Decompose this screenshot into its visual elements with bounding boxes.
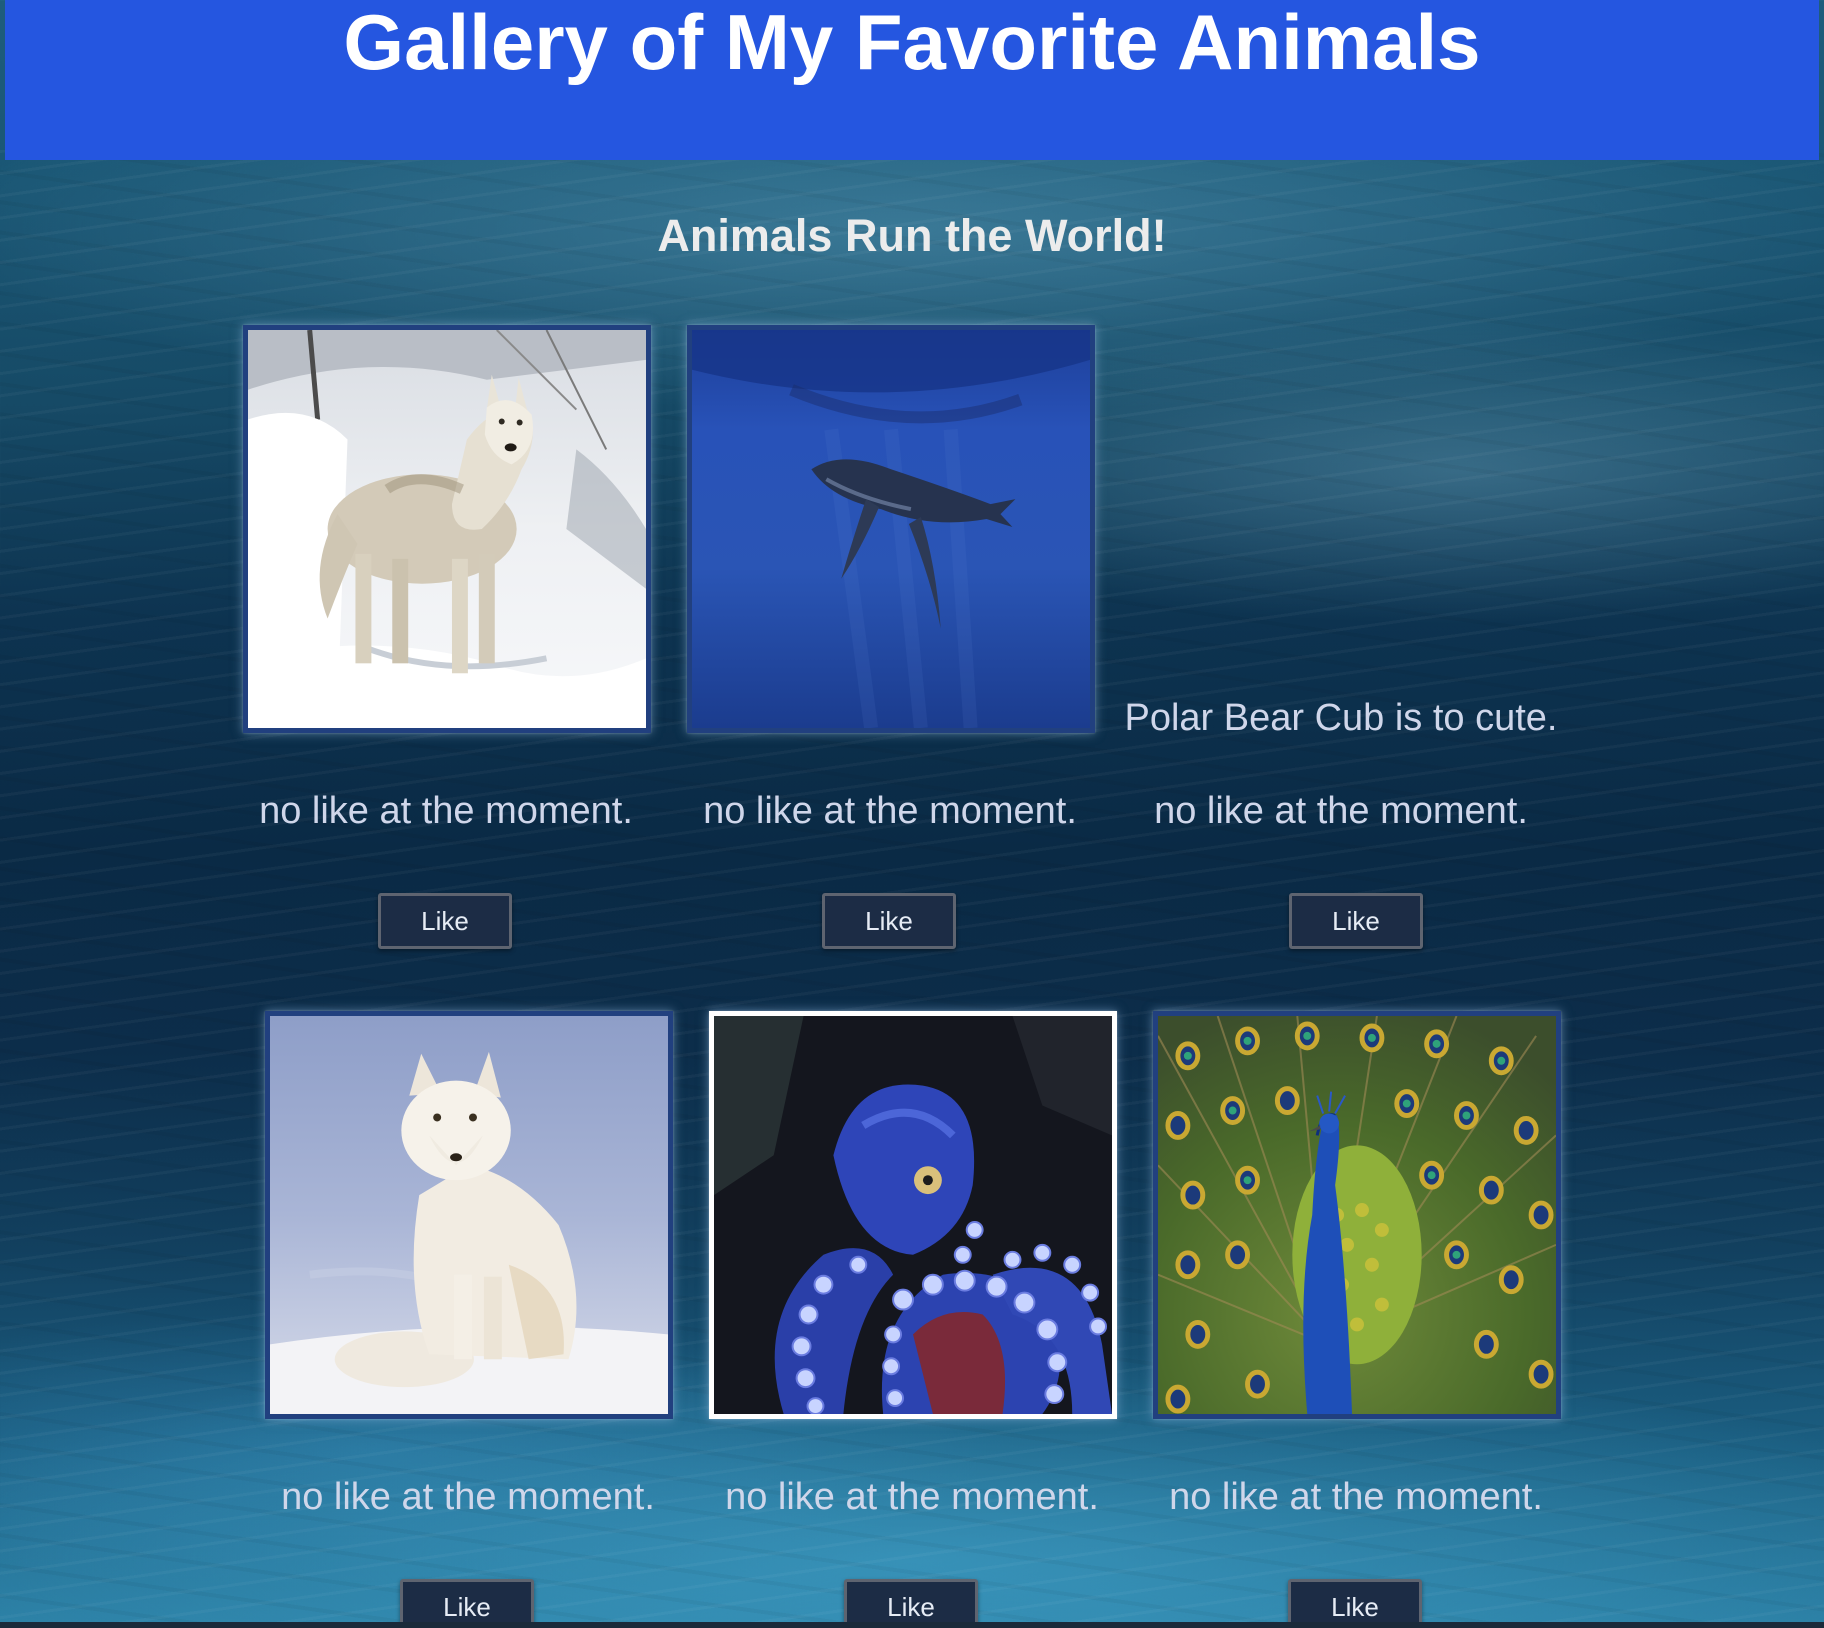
like-button[interactable]: Like [1289,893,1423,949]
octopus-image[interactable] [709,1011,1117,1419]
page-title: Gallery of My Favorite Animals [343,0,1481,86]
whale-image[interactable] [687,325,1095,733]
likes-status: no like at the moment. [703,790,1077,832]
arctic-fox-image[interactable] [265,1011,673,1419]
like-button[interactable]: Like [822,893,956,949]
like-button[interactable]: Like [400,1579,534,1628]
likes-status: no like at the moment. [1154,790,1528,832]
page-header: Gallery of My Favorite Animals [5,0,1819,160]
likes-status: no like at the moment. [281,1476,655,1518]
image-caption: Polar Bear Cub is to cute. [1124,697,1558,739]
likes-status: no like at the moment. [259,790,633,832]
window-bottom-edge [0,1622,1824,1628]
like-button[interactable]: Like [844,1579,978,1628]
likes-status: no like at the moment. [1169,1476,1543,1518]
page-subtitle: Animals Run the World! [657,210,1167,261]
wolf-image[interactable] [243,325,651,733]
peacock-image[interactable] [1153,1011,1561,1419]
like-button[interactable]: Like [378,893,512,949]
likes-status: no like at the moment. [725,1476,1099,1518]
like-button[interactable]: Like [1288,1579,1422,1628]
